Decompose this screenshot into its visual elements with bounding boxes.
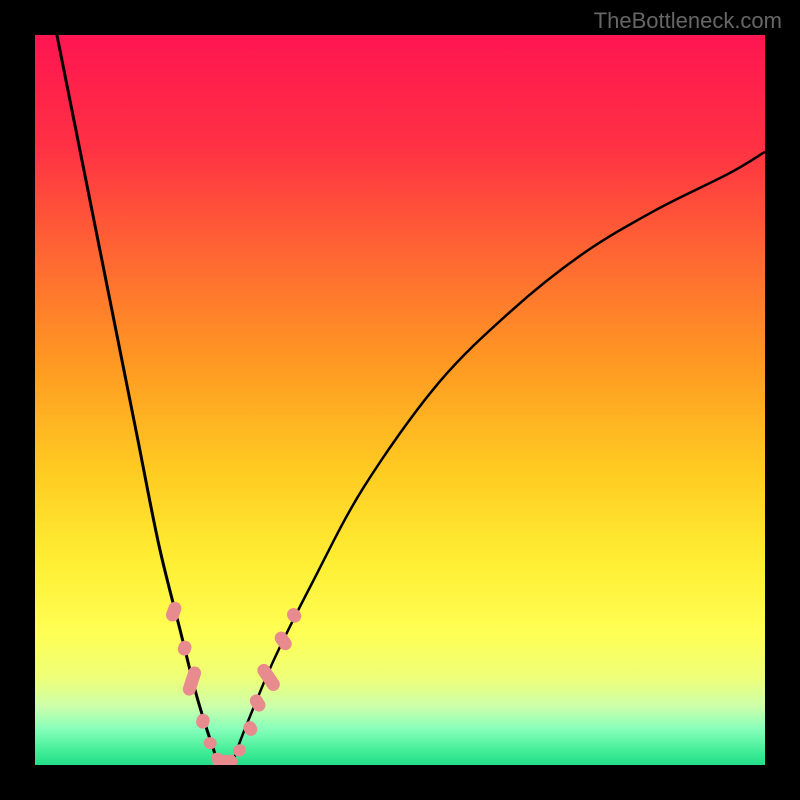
marker-point [203, 736, 218, 750]
marker-point [195, 712, 211, 730]
chart-container [35, 35, 765, 765]
marker-point [212, 755, 237, 765]
marker-point [255, 661, 283, 693]
marker-point [272, 629, 294, 653]
curve-left-curve [57, 35, 218, 765]
watermark-text: TheBottleneck.com [594, 8, 782, 34]
curve-right-curve [232, 152, 765, 765]
marker-point [176, 639, 193, 658]
marker-point [247, 692, 268, 714]
marker-point [241, 719, 260, 738]
curve-overlay [35, 35, 765, 765]
marker-point [181, 665, 203, 698]
marker-point [284, 605, 303, 625]
marker-point [164, 600, 183, 623]
